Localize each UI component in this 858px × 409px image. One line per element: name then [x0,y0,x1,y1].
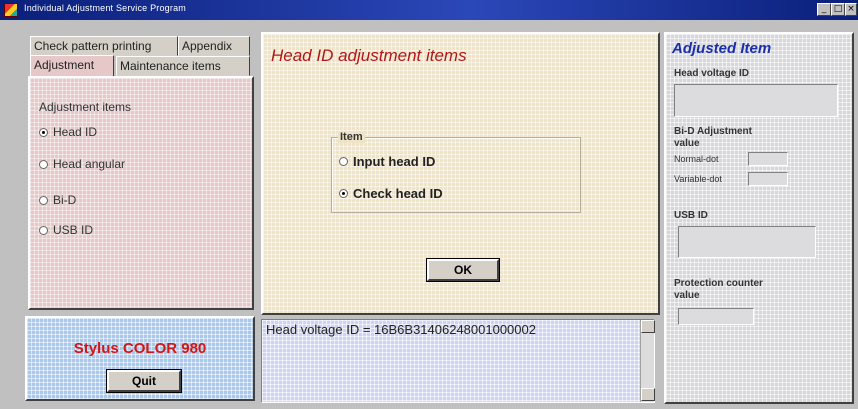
bid-value-label: value [674,138,700,149]
radio-head-angular[interactable]: Head angular [39,157,159,173]
radio-usb-id[interactable]: USB ID [39,223,159,239]
radio-label: USB ID [53,223,94,237]
variable-dot-label: Variable-dot [674,174,722,184]
adjustment-items-panel: Adjustment items Head ID Head angular Bi… [28,76,254,310]
output-text: Head voltage ID = 16B6B31406248001000002 [266,322,536,337]
radio-button[interactable] [339,189,348,198]
quit-button[interactable]: Quit [107,370,181,392]
radio-button[interactable] [39,160,48,169]
close-icon[interactable]: × [845,3,857,16]
variable-dot-field [748,172,788,186]
radio-head-id[interactable]: Head ID [39,125,159,141]
radio-label: Input head ID [353,154,436,169]
app-icon [4,3,18,17]
radio-label: Head angular [53,157,126,171]
maximize-icon[interactable]: □ [831,3,845,16]
usb-id-label: USB ID [674,210,708,221]
protection-counter-field [678,308,754,325]
protection-value-label: value [674,290,700,301]
radio-label: Check head ID [353,186,443,201]
head-voltage-field [674,84,838,117]
radio-button[interactable] [39,128,48,137]
tab-maintenance-items[interactable]: Maintenance items [116,56,250,76]
radio-label: Bi-D [53,193,77,207]
radio-input-head-id[interactable]: Input head ID [339,154,539,170]
usb-id-field [678,226,816,258]
radio-bi-d[interactable]: Bi-D [39,193,159,209]
adjusted-item-title: Adjusted Item [672,40,772,57]
radio-button[interactable] [339,157,348,166]
window-title: Individual Adjustment Service Program [24,3,186,13]
bid-adjustment-label: Bi-D Adjustment [674,126,752,137]
normal-dot-label: Normal-dot [674,154,719,164]
product-panel: Stylus COLOR 980 Quit [25,316,255,401]
scroll-down-icon[interactable] [641,388,655,401]
minimize-icon[interactable]: _ [817,3,831,16]
output-text-area[interactable]: Head voltage ID = 16B6B31406248001000002 [261,319,655,403]
product-name: Stylus COLOR 980 [73,340,207,357]
title-bar[interactable]: Individual Adjustment Service Program _ … [0,0,858,20]
radio-button[interactable] [39,196,48,205]
radio-check-head-id[interactable]: Check head ID [339,186,539,202]
adjusted-item-panel: Adjusted Item Head voltage ID Bi-D Adjus… [664,32,854,404]
item-group-label: Item [338,131,365,143]
adjustment-items-heading: Adjustment items [39,100,132,114]
radio-button[interactable] [39,226,48,235]
protection-counter-label: Protection counter [674,278,763,289]
tab-check-pattern-printing[interactable]: Check pattern printing [30,36,178,56]
ok-button[interactable]: OK [427,259,499,281]
tab-adjustment[interactable]: Adjustment [30,55,114,77]
radio-label: Head ID [53,125,98,139]
normal-dot-field [748,152,788,166]
item-group-box: Item Input head ID Check head ID [331,131,581,213]
scroll-up-icon[interactable] [641,320,655,333]
head-id-panel: Head ID adjustment items Item Input head… [261,32,660,315]
tab-appendix[interactable]: Appendix [178,36,250,56]
panel-title: Head ID adjustment items [271,46,467,65]
head-voltage-label: Head voltage ID [674,68,750,79]
vertical-scrollbar[interactable] [640,320,655,402]
